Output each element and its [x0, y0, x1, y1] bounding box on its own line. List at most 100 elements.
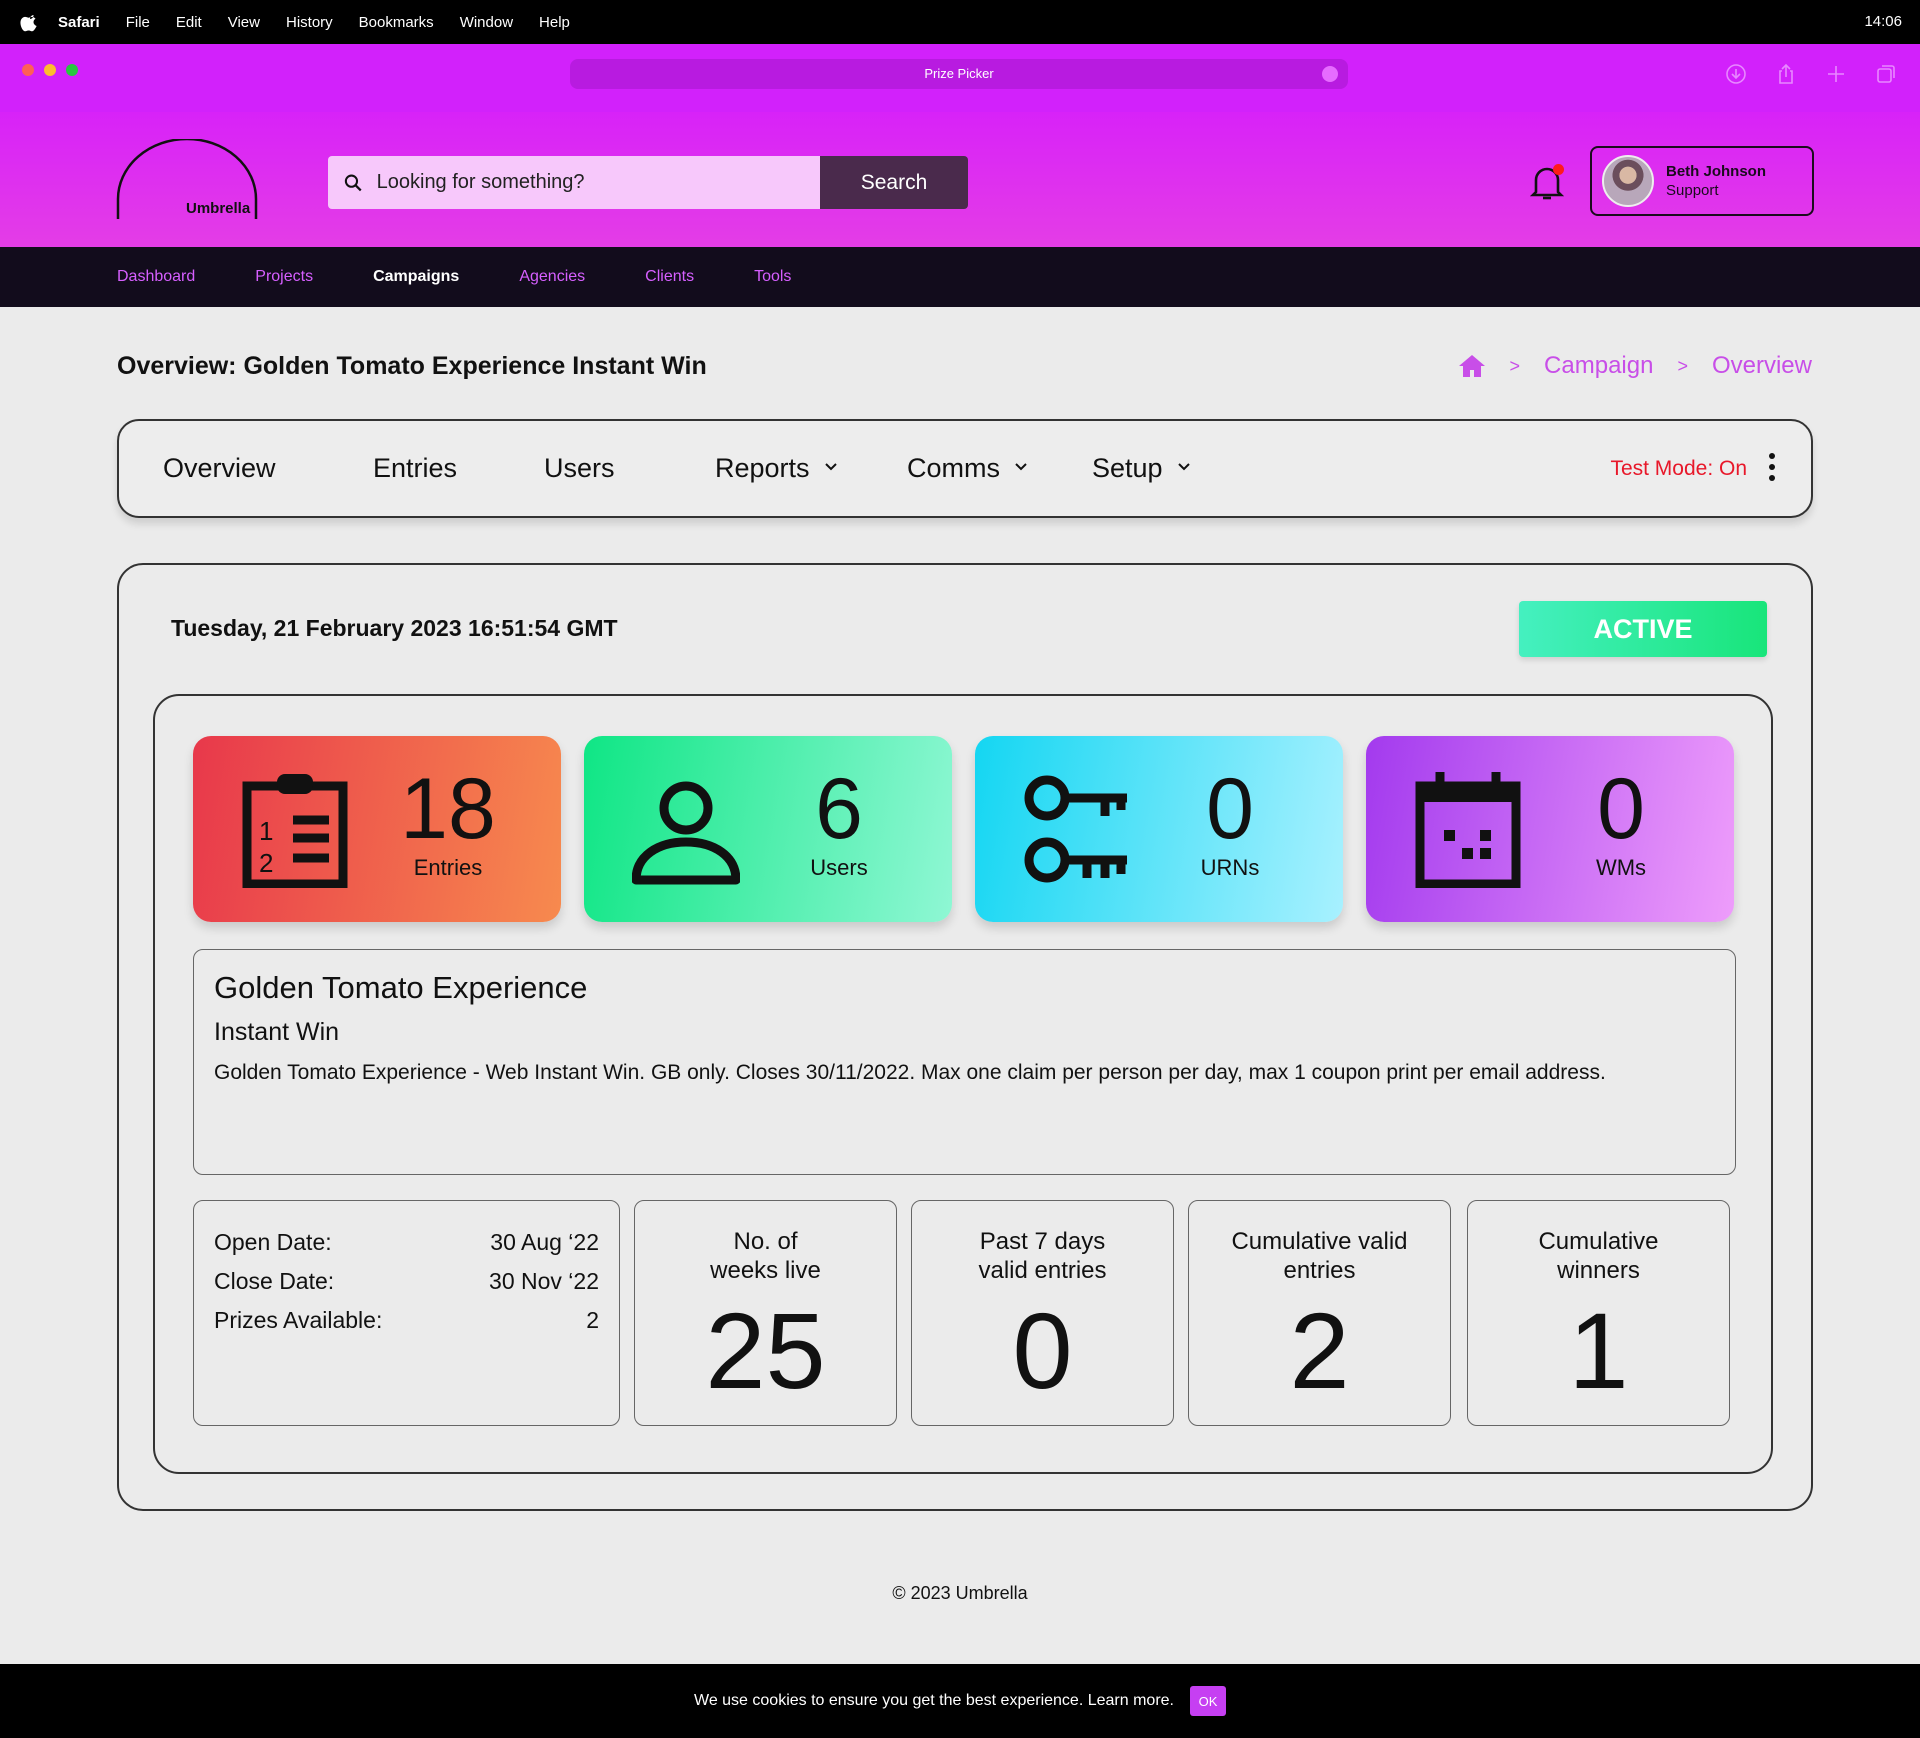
tabs-overview-icon[interactable]	[1874, 62, 1898, 86]
stat-users-value: 6	[815, 761, 863, 857]
address-bar[interactable]: Prize Picker	[570, 59, 1348, 89]
home-icon[interactable]	[1458, 353, 1486, 379]
stat-entries-label: Entries	[413, 855, 483, 880]
menu-history[interactable]: History	[286, 14, 333, 31]
user-role: Support	[1666, 182, 1719, 199]
prizes-label: Prizes Available:	[214, 1307, 383, 1333]
menu-help[interactable]: Help	[539, 14, 570, 31]
search-button[interactable]: Search	[820, 156, 968, 209]
tab-setup[interactable]: Setup	[1092, 453, 1191, 484]
calendar-icon	[1415, 772, 1521, 888]
stat-urns[interactable]: 0 URNs	[975, 736, 1343, 922]
close-window-button[interactable]	[22, 64, 34, 76]
search-field	[328, 156, 820, 209]
macos-menu-bar: Safari File Edit View History Bookmarks …	[0, 0, 1920, 44]
metric-value: 1	[1568, 1290, 1629, 1411]
campaign-name: Golden Tomato Experience	[214, 970, 588, 1005]
metric-title-line2: valid entries	[978, 1257, 1107, 1284]
nav-clients[interactable]: Clients	[645, 268, 694, 286]
prizes-value: 2	[586, 1307, 599, 1333]
nav-agencies[interactable]: Agencies	[519, 268, 585, 286]
close-date-value: 30 Nov ‘22	[489, 1268, 599, 1294]
page-menu-icon[interactable]	[1322, 66, 1338, 82]
page-footer: © 2023 Umbrella	[892, 1583, 1028, 1603]
status-badge: ACTIVE	[1519, 601, 1767, 657]
user-profile-button[interactable]: Beth Johnson Support	[1590, 146, 1814, 216]
zoom-window-button[interactable]	[66, 64, 78, 76]
test-mode-toggle[interactable]: Test Mode: On	[1610, 457, 1747, 481]
window-controls	[22, 64, 78, 76]
notifications-button[interactable]	[1528, 162, 1566, 202]
open-date-value: 30 Aug ‘22	[490, 1229, 599, 1255]
current-datetime: Tuesday, 21 February 2023 16:51:54 GMT	[171, 615, 618, 641]
menu-clock[interactable]: 14:06	[1864, 13, 1902, 30]
nav-campaigns[interactable]: Campaigns	[373, 268, 459, 286]
metric-title-line2: weeks live	[710, 1257, 821, 1284]
stat-wms[interactable]: 0 WMs	[1366, 736, 1734, 922]
menu-app-name[interactable]: Safari	[58, 14, 100, 31]
search-input[interactable]	[376, 171, 820, 194]
metric-title-line2: winners	[1557, 1257, 1640, 1284]
breadcrumb-separator: >	[1509, 355, 1521, 376]
stat-wms-value: 0	[1597, 761, 1645, 857]
tab-comms[interactable]: Comms	[907, 453, 1028, 484]
chevron-down-icon	[1177, 463, 1190, 471]
svg-text:2: 2	[259, 848, 273, 878]
menu-file[interactable]: File	[126, 14, 150, 31]
tab-reports-label: Reports	[715, 453, 810, 483]
campaign-type: Instant Win	[214, 1018, 340, 1046]
search-icon	[344, 174, 362, 191]
app-header: Umbrella Search Beth Johnson Support	[0, 112, 1920, 247]
menu-window[interactable]: Window	[460, 14, 513, 31]
campaign-description: Golden Tomato Experience - Web Instant W…	[214, 1061, 1606, 1084]
open-date-label: Open Date:	[214, 1229, 332, 1255]
metric-cumulative-entries: Cumulative valid entries 2	[1188, 1200, 1451, 1426]
share-icon[interactable]	[1774, 62, 1798, 86]
metric-value: 0	[1012, 1290, 1073, 1411]
user-name: Beth Johnson	[1666, 163, 1766, 180]
more-options-icon[interactable]	[1769, 453, 1775, 483]
metric-past-7-days: Past 7 days valid entries 0	[911, 1200, 1174, 1426]
metric-title-line1: Cumulative	[1538, 1228, 1659, 1255]
stat-entries[interactable]: 1 2 18 Entries	[193, 736, 561, 922]
browser-actions	[1724, 62, 1898, 86]
nav-dashboard[interactable]: Dashboard	[117, 268, 195, 286]
stat-users[interactable]: 6 Users	[584, 736, 952, 922]
chevron-down-icon	[824, 463, 837, 471]
chevron-down-icon	[1015, 463, 1027, 471]
metric-title-line2: entries	[1283, 1257, 1356, 1284]
keys-icon	[1024, 775, 1127, 883]
nav-tools[interactable]: Tools	[754, 268, 791, 286]
menu-view[interactable]: View	[228, 14, 260, 31]
breadcrumb-campaign[interactable]: Campaign	[1544, 352, 1653, 380]
tab-users[interactable]: Users	[544, 453, 615, 484]
main-nav: Dashboard Projects Campaigns Agencies Cl…	[0, 247, 1920, 307]
breadcrumb: > Campaign > Overview	[1458, 352, 1812, 380]
tab-overview[interactable]: Overview	[163, 453, 276, 484]
tab-reports[interactable]: Reports	[715, 453, 838, 484]
cookie-text[interactable]: We use cookies to ensure you get the bes…	[694, 1692, 1174, 1710]
new-tab-icon[interactable]	[1824, 62, 1848, 86]
metric-title-line1: Cumulative valid	[1231, 1228, 1408, 1255]
campaign-tabs: Overview Entries Users Reports Comms Set…	[117, 419, 1813, 518]
cookie-banner: We use cookies to ensure you get the bes…	[0, 1664, 1920, 1738]
nav-projects[interactable]: Projects	[255, 268, 313, 286]
tab-entries[interactable]: Entries	[373, 453, 457, 484]
overview-card: Tuesday, 21 February 2023 16:51:54 GMT A…	[117, 563, 1813, 1511]
download-icon[interactable]	[1724, 62, 1748, 86]
breadcrumb-separator: >	[1677, 355, 1688, 376]
menu-bookmarks[interactable]: Bookmarks	[359, 14, 434, 31]
browser-toolbar: Prize Picker	[0, 44, 1920, 112]
close-date-label: Close Date:	[214, 1268, 335, 1294]
breadcrumb-overview[interactable]: Overview	[1712, 352, 1812, 380]
search-bar: Search	[328, 156, 968, 209]
stat-urns-label: URNs	[1200, 855, 1260, 880]
minimize-window-button[interactable]	[44, 64, 56, 76]
metric-value: 25	[705, 1290, 826, 1411]
campaign-description-panel: Golden Tomato Experience Instant Win Gol…	[193, 949, 1736, 1175]
apple-icon[interactable]	[20, 12, 40, 32]
stat-wms-label: WMs	[1595, 855, 1647, 880]
metric-cumulative-winners: Cumulative winners 1	[1467, 1200, 1730, 1426]
cookie-ok-button[interactable]: OK	[1189, 1686, 1226, 1716]
menu-edit[interactable]: Edit	[176, 14, 202, 31]
